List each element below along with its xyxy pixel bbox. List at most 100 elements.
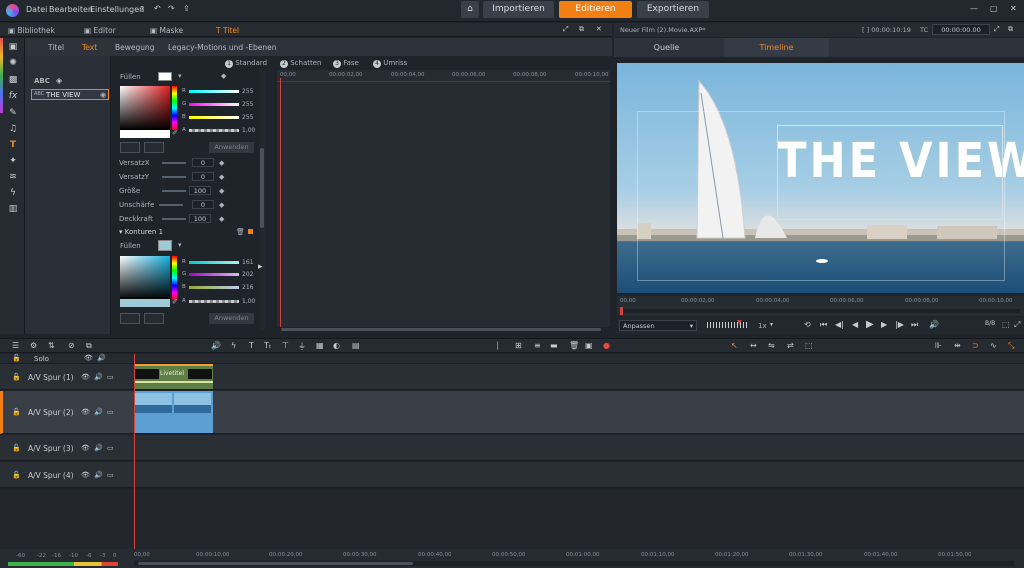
go-start-icon[interactable]: ⏮ [820, 320, 827, 330]
monitor-icon[interactable]: ▭ [107, 471, 114, 479]
contour-g-slider[interactable] [189, 273, 239, 276]
prop-value[interactable]: 0 [192, 200, 214, 209]
b-slider[interactable] [189, 116, 239, 119]
contour-section-header[interactable]: ▾ Konturen 1 [119, 228, 163, 236]
lock-icon[interactable]: 🔓 [12, 354, 21, 362]
timeline-empty-area[interactable] [0, 489, 1024, 549]
keyframe-icon[interactable]: ◆ [219, 201, 224, 209]
subtab-titel[interactable]: Titel [48, 43, 64, 52]
crop-tool-icon[interactable]: ⬚ [805, 341, 813, 350]
menu-einstellungen[interactable]: Einstellungen [90, 5, 144, 14]
speed-dropdown[interactable]: 1x [758, 322, 767, 330]
storyboard-icon[interactable]: ▣ [585, 341, 593, 350]
lock-icon[interactable]: 🔓 [12, 373, 21, 381]
monitor-icon[interactable]: ▭ [107, 408, 114, 416]
contour-picker-area[interactable] [120, 256, 170, 300]
subtab-legacy[interactable]: Legacy-Motions und -Ebenen [168, 43, 276, 52]
link-icon[interactable]: ⊘ [68, 341, 75, 350]
video-clip[interactable] [134, 391, 213, 433]
markers-icon[interactable]: ⇅ [48, 341, 55, 350]
volume-icon[interactable]: 🔊 [929, 320, 939, 329]
eye-icon[interactable]: 👁 [81, 444, 90, 452]
preview-playhead[interactable] [620, 307, 623, 315]
contour-a-slider[interactable] [189, 300, 239, 303]
apply-button[interactable]: Anwenden [209, 142, 254, 153]
eye-icon[interactable]: 👁 [81, 373, 90, 381]
prop-slider[interactable] [162, 218, 186, 220]
prop-slider[interactable] [162, 190, 186, 192]
fill-color-swatch[interactable] [158, 72, 172, 81]
layers-icon[interactable]: ≋ [8, 172, 18, 182]
fill-mode-solid-button[interactable] [120, 142, 140, 153]
lock-icon[interactable]: 🔓 [12, 408, 21, 416]
magnet-icon[interactable]: ⊃ [972, 341, 979, 350]
media-icon[interactable]: ▣ [8, 42, 18, 52]
preview-scrubber[interactable]: 00,00 00:00:02,00 00:00:04,00 00:00:06,0… [617, 296, 1024, 316]
a-slider[interactable] [189, 129, 239, 132]
timeline-scrollbar[interactable] [134, 561, 1014, 566]
speaker-icon[interactable]: 🔊 [94, 444, 103, 452]
fill-dropdown-icon[interactable]: ▾ [178, 72, 182, 80]
monitor-icon[interactable]: ▭ [107, 444, 114, 452]
keyframe-icon[interactable]: ◆ [219, 215, 224, 223]
aspect-icon[interactable]: B/B [985, 320, 995, 327]
hue-slider[interactable] [172, 86, 177, 130]
g-value[interactable]: 255 [242, 101, 253, 108]
timeline-gear-icon[interactable]: ⚙ [30, 341, 37, 350]
home-button[interactable]: ⌂ [461, 1, 479, 18]
contour-g-value[interactable]: 202 [242, 271, 253, 278]
contour-a-value[interactable]: 1,00 [242, 298, 255, 305]
ripple-icon[interactable]: ≡ [534, 341, 541, 350]
import-button[interactable]: Importieren [483, 1, 554, 18]
prop-value[interactable]: 100 [189, 214, 211, 223]
edit-button[interactable]: Editieren [559, 1, 632, 18]
align-icon[interactable]: ⊞ [515, 341, 522, 350]
music-icon[interactable]: ♫ [8, 124, 18, 134]
clip-icon[interactable]: ▬ [550, 341, 558, 350]
go-end-icon[interactable]: ⏭ [911, 320, 918, 330]
eye-icon[interactable]: 👁 [81, 408, 90, 416]
grid-icon[interactable]: ▦ [316, 341, 324, 350]
contour-r-value[interactable]: 161 [242, 259, 253, 266]
contour-mode-solid-button[interactable] [120, 313, 140, 324]
title-timeline-scroll-thumb[interactable] [281, 328, 601, 331]
delete-icon[interactable]: 🗑 [236, 228, 245, 236]
timecode-field[interactable]: 00:00:00.00 [932, 24, 990, 35]
timeline-playhead[interactable] [134, 354, 135, 562]
monitor-icon[interactable]: ▭ [107, 373, 114, 381]
color-icon[interactable]: ◐ [333, 341, 340, 350]
visibility-icon[interactable]: ◉ [100, 91, 106, 99]
video-preview[interactable]: THE VIEW [617, 63, 1024, 293]
redo-icon[interactable]: ↷ [168, 4, 175, 13]
contour-color-swatch[interactable] [158, 240, 172, 251]
prop-slider[interactable] [162, 162, 186, 164]
share-icon[interactable]: ⇪ [183, 4, 190, 13]
keyframe-icon[interactable]: ◆ [221, 72, 226, 80]
fullscreen-icon[interactable]: ⤢ [994, 25, 1000, 34]
contour-r-slider[interactable] [189, 261, 239, 264]
layout-icon[interactable]: ▤ [352, 341, 360, 350]
title-playhead[interactable] [280, 78, 281, 328]
timeline-scroll-thumb[interactable] [138, 562, 413, 565]
a-value[interactable]: 1,00 [242, 127, 255, 134]
step-forward-icon[interactable]: |▶ [895, 320, 904, 329]
mixer-icon[interactable]: ⊪ [935, 341, 942, 350]
contour-mode-gradient-button[interactable] [144, 313, 164, 324]
title-timeline-scrollbar[interactable] [277, 327, 610, 332]
prop-slider[interactable] [162, 176, 186, 178]
b-value[interactable]: 255 [242, 114, 253, 121]
style-tab-schatten[interactable]: 2 Schatten [280, 59, 322, 68]
piano-icon[interactable]: ▥ [8, 204, 18, 214]
undock-icon[interactable]: ⧉ [579, 25, 584, 34]
help-icon[interactable]: ? [140, 5, 144, 14]
contour-b-value[interactable]: 216 [242, 284, 253, 291]
prop-value[interactable]: 0 [192, 172, 214, 181]
text-style-icon[interactable]: Tₜ [264, 341, 271, 350]
abc-text-icon[interactable]: ABC [34, 77, 50, 85]
frame-back-icon[interactable]: ◀ [852, 320, 858, 329]
keyframe-icon[interactable]: ◆ [219, 187, 224, 195]
copy-icon[interactable]: ⧉ [86, 341, 92, 351]
slip-tool-icon[interactable]: ⇋ [768, 341, 775, 350]
fill-mode-gradient-button[interactable] [144, 142, 164, 153]
play-icon[interactable]: ▶ [866, 319, 874, 330]
